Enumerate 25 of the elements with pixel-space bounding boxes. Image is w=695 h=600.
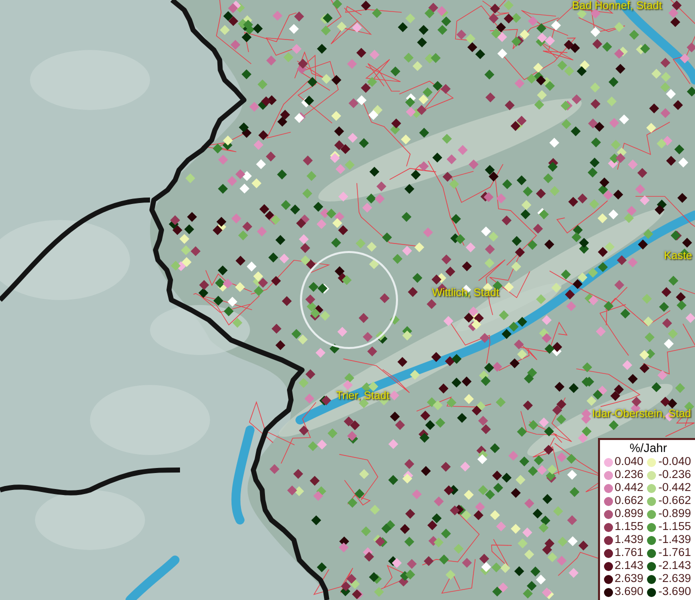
legend-value: -0.662 xyxy=(658,495,691,508)
legend-title: %/Jahr xyxy=(628,441,668,456)
legend-value: 2.639 xyxy=(614,573,644,586)
legend-value: -0.442 xyxy=(658,482,691,495)
legend-value: -2.639 xyxy=(658,573,691,586)
legend-value: 0.236 xyxy=(614,469,644,482)
legend-value: 1.439 xyxy=(614,534,644,547)
legend-value: -0.236 xyxy=(658,469,691,482)
legend-value: -1.761 xyxy=(658,547,691,560)
legend-value: 0.442 xyxy=(614,482,644,495)
legend-value: -3.690 xyxy=(658,586,691,599)
legend-value: 0.899 xyxy=(614,508,644,521)
legend-value: 0.040 xyxy=(614,456,644,469)
legend-value: -0.899 xyxy=(658,508,691,521)
legend-value: 1.761 xyxy=(614,547,644,560)
legend-value: -2.143 xyxy=(658,560,691,573)
legend-value: -1.155 xyxy=(658,521,691,534)
place-label: Wittlich, Stadt xyxy=(432,287,500,299)
legend-value: 2.143 xyxy=(614,560,644,573)
place-label: Kaste xyxy=(664,250,692,262)
legend-value: 0.662 xyxy=(614,495,644,508)
legend-value: -1.439 xyxy=(658,534,691,547)
legend-value: 3.690 xyxy=(614,586,644,599)
legend-value: -0.040 xyxy=(658,456,691,469)
legend-value: 1.155 xyxy=(614,521,644,534)
